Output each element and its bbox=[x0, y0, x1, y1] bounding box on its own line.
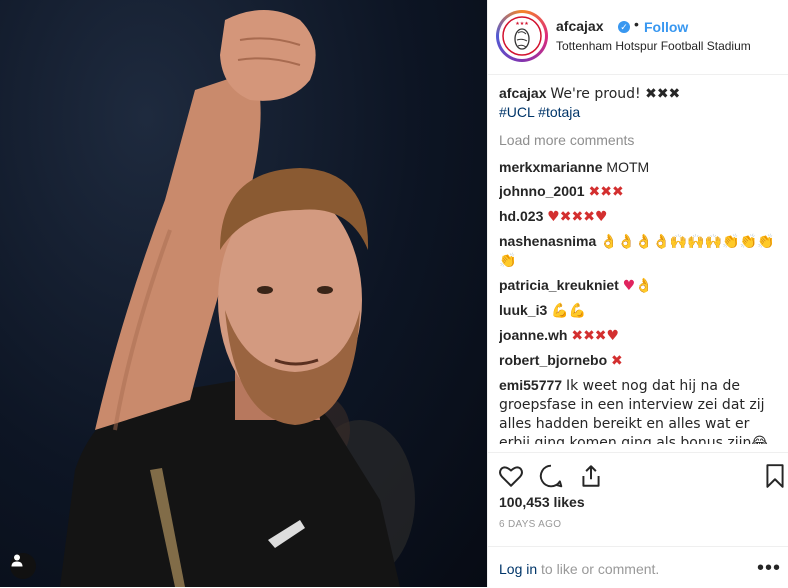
post-footer: Log in to like or comment. ••• bbox=[488, 546, 788, 588]
user-tag-button[interactable] bbox=[10, 553, 36, 579]
heart-icon[interactable] bbox=[498, 463, 524, 489]
separator-dot: • bbox=[634, 16, 639, 32]
share-icon[interactable] bbox=[578, 463, 604, 489]
more-options-icon[interactable]: ••• bbox=[757, 557, 781, 580]
login-prompt: Log in to like or comment. bbox=[499, 561, 659, 577]
list-item: hd.023 ♥✖✖✖♥ bbox=[499, 207, 781, 226]
instagram-post: ★★★ afcajax ✓ • Follow Tottenham Hotspur… bbox=[0, 0, 788, 587]
caption-hashtags[interactable]: #UCL #totaja bbox=[499, 104, 580, 120]
login-link[interactable]: Log in bbox=[499, 561, 537, 577]
comment-username[interactable]: emi55777 bbox=[499, 377, 562, 393]
list-item: johnno_2001 ✖✖✖ bbox=[499, 182, 781, 201]
caption-text: We're proud! ✖✖✖ bbox=[550, 86, 681, 102]
list-item: emi55777 Ik weet nog dat hij na de groep… bbox=[499, 376, 781, 444]
caption: afcajax We're proud! ✖✖✖ #UCL #totaja bbox=[499, 84, 781, 121]
follow-button[interactable]: Follow bbox=[644, 19, 688, 35]
list-item: joanne.wh ✖✖✖♥ bbox=[499, 326, 781, 345]
comments-list[interactable]: afcajax We're proud! ✖✖✖ #UCL #totaja Lo… bbox=[499, 84, 781, 444]
action-bar bbox=[488, 452, 788, 493]
bookmark-icon[interactable] bbox=[764, 463, 786, 489]
comment-text: ✖ bbox=[611, 353, 623, 369]
load-more-comments-button[interactable]: Load more comments bbox=[499, 131, 781, 149]
post-username[interactable]: afcajax bbox=[556, 18, 603, 34]
post-header: ★★★ afcajax ✓ • Follow Tottenham Hotspur… bbox=[488, 0, 788, 75]
ajax-logo-icon: ★★★ bbox=[499, 13, 545, 59]
comment-icon[interactable] bbox=[538, 463, 564, 489]
caption-username[interactable]: afcajax bbox=[499, 85, 546, 101]
comment-username[interactable]: johnno_2001 bbox=[499, 183, 585, 199]
comment-text: 💪💪 bbox=[551, 303, 587, 319]
likes-count[interactable]: 100,453 likes bbox=[499, 494, 585, 510]
list-item: luuk_i3 💪💪 bbox=[499, 301, 781, 320]
list-item: merkxmarianne MOTM bbox=[499, 158, 781, 176]
comment-username[interactable]: joanne.wh bbox=[499, 327, 567, 343]
post-timestamp[interactable]: 6 DAYS AGO bbox=[499, 519, 561, 530]
avatar[interactable]: ★★★ bbox=[496, 10, 548, 62]
post-location[interactable]: Tottenham Hotspur Football Stadium bbox=[556, 39, 751, 53]
list-item: patricia_kreukniet ♥👌 bbox=[499, 276, 781, 295]
svg-text:★★★: ★★★ bbox=[515, 21, 529, 27]
comment-text: ✖✖✖♥ bbox=[571, 328, 620, 344]
player-photo-illustration bbox=[60, 10, 415, 587]
user-tag-icon bbox=[11, 554, 23, 567]
list-item: nashenasnima 👌👌👌👌🙌🙌🙌👏👏👏👏 bbox=[499, 232, 781, 270]
comment-text: MOTM bbox=[606, 159, 650, 175]
post-photo[interactable] bbox=[0, 0, 487, 587]
verified-badge-icon: ✓ bbox=[618, 21, 630, 33]
comment-username[interactable]: patricia_kreukniet bbox=[499, 277, 619, 293]
comment-username[interactable]: hd.023 bbox=[499, 208, 543, 224]
post-side-panel: ★★★ afcajax ✓ • Follow Tottenham Hotspur… bbox=[487, 0, 788, 587]
list-item: robert_bjornebo ✖ bbox=[499, 351, 781, 370]
comment-username[interactable]: nashenasnima bbox=[499, 233, 596, 249]
comment-username[interactable]: merkxmarianne bbox=[499, 159, 603, 175]
comment-username[interactable]: robert_bjornebo bbox=[499, 352, 607, 368]
comment-text: ♥✖✖✖♥ bbox=[547, 209, 608, 225]
login-prompt-text: to like or comment. bbox=[537, 561, 660, 577]
comment-username[interactable]: luuk_i3 bbox=[499, 302, 547, 318]
comment-text: ✖✖✖ bbox=[588, 184, 624, 200]
comment-text: ♥👌 bbox=[622, 278, 653, 294]
